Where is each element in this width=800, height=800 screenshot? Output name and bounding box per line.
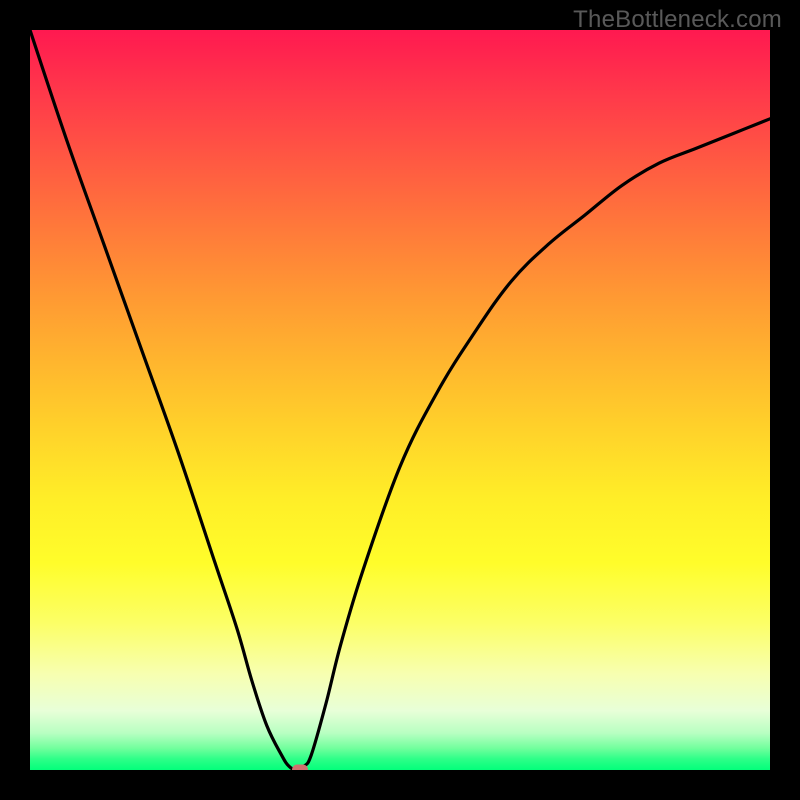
chart-curve-svg (30, 30, 770, 770)
minimum-point-marker (292, 765, 308, 771)
watermark-text: TheBottleneck.com (573, 6, 782, 34)
chart-plot-area (30, 30, 770, 770)
bottleneck-curve-line (30, 30, 770, 770)
